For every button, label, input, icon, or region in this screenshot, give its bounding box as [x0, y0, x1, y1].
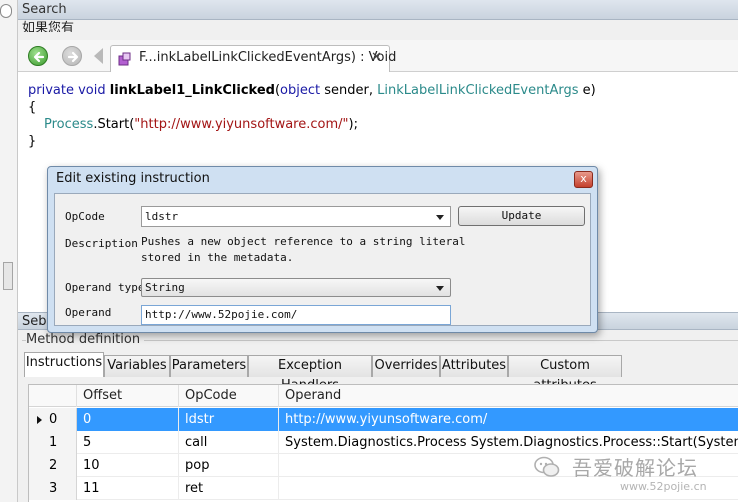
row-header[interactable]: 3: [29, 477, 77, 500]
code-line-1: private void linkLabel1_LinkClicked(obje…: [28, 83, 596, 98]
arrow-right-icon: [67, 51, 79, 63]
operand-label: Operand: [65, 306, 112, 319]
method-definition-label: Method definition: [26, 332, 145, 347]
navigation-toolbar: F...inkLabelLinkClickedEventArgs) : Void…: [18, 40, 738, 72]
dialog-close-button[interactable]: x: [574, 171, 593, 188]
method-name: linkLabel1_LinkClicked: [109, 83, 275, 98]
cell-offset[interactable]: 5: [77, 431, 179, 454]
chevron-down-icon: [436, 215, 444, 220]
tab-parameters[interactable]: Parameters: [170, 355, 248, 377]
tab-instructions[interactable]: Instructions: [24, 352, 104, 377]
arrow-left-icon: [33, 51, 45, 63]
cell-opcode[interactable]: pop: [179, 454, 279, 477]
description-text: Pushes a new object reference to a strin…: [141, 235, 466, 264]
operand-type-label: Operand type: [65, 281, 145, 294]
current-row-pointer-icon: [37, 416, 42, 424]
watermark-text: 吾爱破解论坛: [572, 456, 698, 480]
operand-type-value: String: [145, 281, 185, 294]
cell-opcode[interactable]: ldstr: [179, 408, 279, 431]
method-icon: [118, 52, 131, 66]
column-header-operand[interactable]: Operand: [279, 385, 738, 407]
row-header[interactable]: 1: [29, 431, 77, 454]
cell-offset[interactable]: 10: [77, 454, 179, 477]
dialog-body: OpCode ldstr Update Description Pushes a…: [54, 193, 591, 326]
tab-custom-attributes[interactable]: Custom attributes: [508, 355, 622, 393]
cell-offset[interactable]: 0: [77, 408, 179, 431]
panel-edge-icon: [0, 4, 12, 18]
cell-opcode[interactable]: call: [179, 431, 279, 454]
close-icon[interactable]: ✕: [371, 50, 382, 65]
cell-operand[interactable]: http://www.yiyunsoftware.com/: [279, 408, 738, 431]
table-row[interactable]: 0 0 ldstr http://www.yiyunsoftware.com/: [29, 408, 738, 431]
chevron-down-icon: [436, 286, 444, 291]
watermark-url: www.52pojie.cn: [620, 480, 707, 493]
column-header-opcode[interactable]: OpCode: [179, 385, 279, 407]
tab-variables[interactable]: Variables: [104, 355, 170, 377]
wechat-logo-icon: [534, 456, 560, 477]
editor-tab[interactable]: F...inkLabelLinkClickedEventArgs) : Void…: [110, 45, 396, 72]
row-header[interactable]: 2: [29, 454, 77, 477]
opcode-label: OpCode: [65, 210, 105, 223]
watermark: 吾爱破解论坛 www.52pojie.cn: [534, 450, 734, 500]
code-line-2: {: [28, 100, 37, 115]
cell-offset[interactable]: 11: [77, 477, 179, 500]
editor-tab-title: F...inkLabelLinkClickedEventArgs) : Void: [139, 50, 397, 65]
left-panel-strip: [0, 0, 18, 502]
dialog-title: Edit existing instruction: [56, 171, 210, 186]
close-icon: x: [580, 172, 587, 185]
left-scrollbar-thumb[interactable]: [3, 262, 13, 290]
code-line-4: }: [28, 134, 37, 149]
search-panel-header: Search: [18, 0, 738, 20]
opcode-combobox[interactable]: ldstr: [141, 206, 451, 227]
edit-instruction-dialog: Edit existing instruction x OpCode ldstr…: [47, 166, 598, 333]
opcode-value: ldstr: [145, 210, 179, 223]
tab-attributes[interactable]: Attributes: [440, 355, 508, 377]
tab-overrides[interactable]: Overrides: [372, 355, 440, 377]
grid-corner: [29, 385, 77, 407]
forward-button[interactable]: [62, 46, 82, 66]
code-line-3: Process.Start("http://www.yiyunsoftware.…: [44, 117, 358, 132]
partial-text: 如果您有: [22, 21, 75, 32]
operand-input[interactable]: http://www.52pojie.com/: [141, 305, 451, 325]
row-header[interactable]: 0: [29, 408, 77, 431]
instruction-tabs: Instructions Variables Parameters Except…: [22, 352, 738, 393]
history-dropdown-icon[interactable]: [94, 48, 103, 64]
operand-type-combobox[interactable]: String: [141, 278, 451, 297]
column-header-offset[interactable]: Offset: [77, 385, 179, 407]
operand-value: http://www.52pojie.com/: [145, 308, 298, 321]
grid-header: Offset OpCode Operand: [29, 385, 738, 407]
update-button[interactable]: Update: [458, 206, 585, 226]
back-button[interactable]: [28, 46, 48, 66]
cell-opcode[interactable]: ret: [179, 477, 279, 500]
tab-exception-handlers[interactable]: Exception Handlers: [248, 355, 372, 393]
description-label: Description: [65, 237, 138, 250]
search-title: Search: [22, 2, 67, 17]
